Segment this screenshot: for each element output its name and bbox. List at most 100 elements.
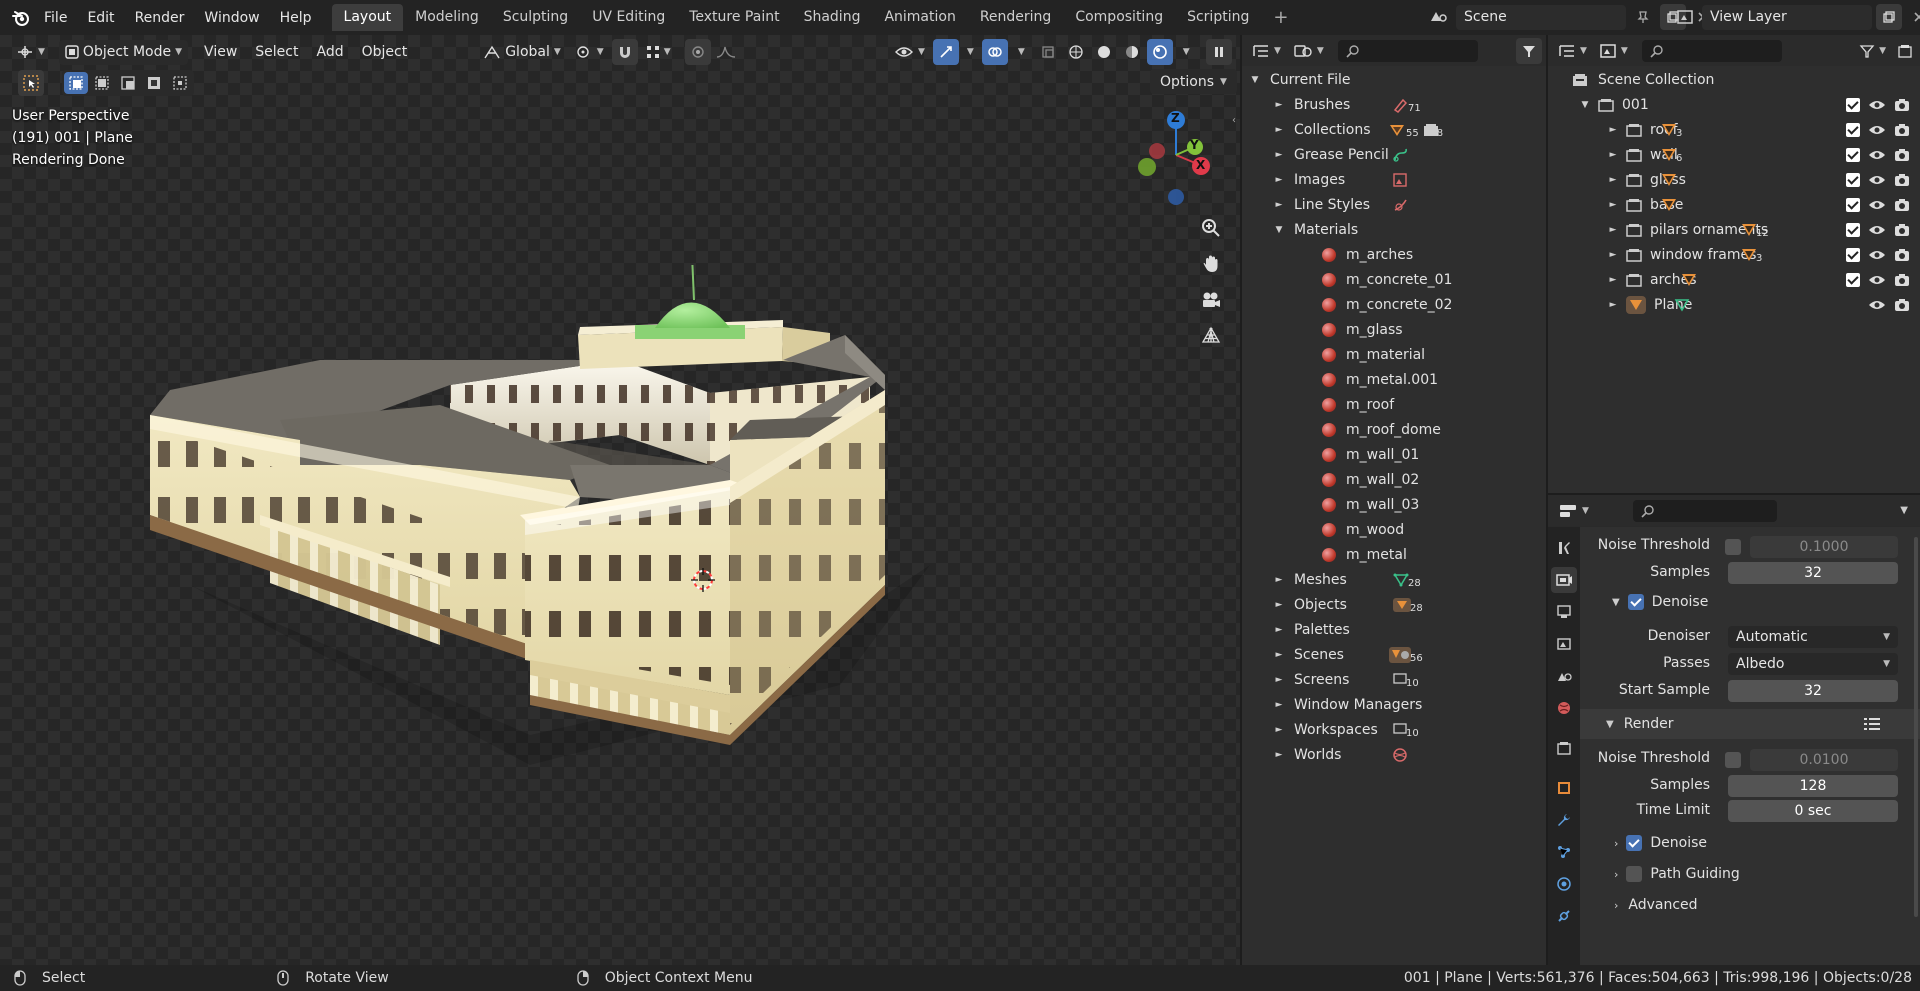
3d-viewport[interactable]: ▼ Object Mode ▼ View Select Add Object Gl… <box>0 35 1240 965</box>
camera-render-icon[interactable] <box>1894 198 1910 212</box>
expand-arrow-icon[interactable]: ► <box>1272 125 1286 135</box>
navigation-gizmo[interactable]: Z Y X <box>1128 107 1210 207</box>
exclude-checkbox[interactable] <box>1846 222 1860 237</box>
viewport-denoise-subpanel-header[interactable]: ▼ Denoise <box>1588 588 1900 616</box>
expand-arrow-icon[interactable]: ► <box>1272 200 1286 210</box>
tree-row-line-styles[interactable]: ► Line Styles <box>1242 192 1546 217</box>
gizmo-toggle-icon[interactable] <box>932 39 959 65</box>
tree-row-meshes[interactable]: ► Meshes 28 <box>1242 567 1546 592</box>
viewport-samples-field[interactable]: 32 <box>1728 562 1898 584</box>
eye-icon[interactable] <box>1868 99 1886 111</box>
expand-arrow-icon[interactable]: ▼ <box>1272 225 1286 235</box>
display-mode-dropdown[interactable]: ▼ <box>1287 38 1330 63</box>
tree-row-material[interactable]: m_wall_01 <box>1242 442 1546 467</box>
select-mode-invert-icon[interactable] <box>142 72 166 94</box>
camera-render-icon[interactable] <box>1894 298 1910 312</box>
tree-row-material[interactable]: m_roof <box>1242 392 1546 417</box>
select-mode-extend-icon[interactable] <box>90 72 114 94</box>
menu-object[interactable]: Object <box>354 44 416 60</box>
tree-row-grease-pencil[interactable]: ► Grease Pencil <box>1242 142 1546 167</box>
particles-tab-icon[interactable] <box>1551 839 1577 865</box>
render-samples-field[interactable]: 128 <box>1728 775 1898 797</box>
expand-arrow-icon[interactable]: ► <box>1606 150 1620 160</box>
tree-row-scene-collection[interactable]: Scene Collection <box>1548 67 1920 92</box>
render-denoise-expand-icon[interactable]: › <box>1614 837 1618 850</box>
render-tab-icon[interactable] <box>1551 567 1577 593</box>
new-collection-icon[interactable] <box>1892 38 1918 64</box>
tree-row-glass[interactable]: ►glass <box>1548 167 1920 192</box>
expand-arrow-icon[interactable]: ► <box>1272 675 1286 685</box>
tree-row-material[interactable]: m_arches <box>1242 242 1546 267</box>
tree-row-collections[interactable]: ► Collections 55 8 <box>1242 117 1546 142</box>
properties-editor-type-dropdown[interactable]: ▼ <box>1552 498 1595 523</box>
delete-view-layer-icon[interactable] <box>1906 4 1920 30</box>
mode-dropdown[interactable]: Object Mode ▼ <box>58 39 189 65</box>
exclude-checkbox[interactable] <box>1846 197 1860 212</box>
tree-row-workspaces[interactable]: ► Workspaces 10 <box>1242 717 1546 742</box>
render-subpanel-header[interactable]: ▼ Render <box>1580 709 1920 739</box>
collection-tab-icon[interactable] <box>1551 735 1577 761</box>
expand-arrow-icon[interactable]: ► <box>1606 125 1620 135</box>
shading-material-icon[interactable] <box>1119 39 1145 65</box>
path-guiding-expand-icon[interactable]: › <box>1614 868 1618 881</box>
modifier-tab-icon[interactable] <box>1551 807 1577 833</box>
sidebar-toggle-icon[interactable]: ‹ <box>1232 115 1236 126</box>
snap-target-dropdown[interactable]: ▼ <box>640 40 677 65</box>
menu-edit[interactable]: Edit <box>77 10 124 26</box>
camera-render-icon[interactable] <box>1894 148 1910 162</box>
tree-row-base[interactable]: ►base <box>1548 192 1920 217</box>
tree-row-material[interactable]: m_wall_02 <box>1242 467 1546 492</box>
select-mode-subtract-icon[interactable] <box>116 72 140 94</box>
expand-arrow-icon[interactable]: ► <box>1606 225 1620 235</box>
tree-row-collection-001[interactable]: ▼ 001 <box>1548 92 1920 117</box>
pivot-dropdown[interactable]: ▼ <box>569 40 610 65</box>
viewport-noise-threshold-field[interactable]: 0.1000 <box>1750 536 1898 558</box>
view-layer-field[interactable]: View Layer <box>1702 4 1872 30</box>
properties-editor[interactable]: ▼ ▼ Noise Threshold 0.1000 Samples 32 ▼ … <box>1548 495 1920 965</box>
tree-row-material[interactable]: m_material <box>1242 342 1546 367</box>
pan-hand-icon[interactable] <box>1196 249 1226 279</box>
tree-row-window-managers[interactable]: ► Window Managers <box>1242 692 1546 717</box>
world-tab-icon[interactable] <box>1551 695 1577 721</box>
tree-row-palettes[interactable]: ► Palettes <box>1242 617 1546 642</box>
render-denoise-subpanel-header[interactable]: › Denoise <box>1588 829 1900 857</box>
expand-arrow-icon[interactable]: ► <box>1272 700 1286 710</box>
outliner2-display-mode-dropdown[interactable]: ▼ <box>1593 38 1634 63</box>
path-guiding-subpanel-header[interactable]: › Path Guiding <box>1588 860 1900 888</box>
shading-rendered-icon[interactable] <box>1146 39 1173 65</box>
tree-row-images[interactable]: ► Images <box>1242 167 1546 192</box>
eye-icon[interactable] <box>1868 224 1886 236</box>
camera-render-icon[interactable] <box>1894 123 1910 137</box>
eye-icon[interactable] <box>1868 299 1886 311</box>
outliner-scene[interactable]: ▼ ▼ ▼ Scene Collection ▼ 001 ► roof 3 ► wall… <box>1548 35 1920 493</box>
properties-search[interactable] <box>1632 499 1777 522</box>
expand-arrow-icon[interactable]: ► <box>1272 625 1286 635</box>
tree-row-roof[interactable]: ► roof 3 <box>1548 117 1920 142</box>
output-tab-icon[interactable] <box>1551 599 1577 625</box>
orientation-dropdown[interactable]: Global ▼ <box>477 40 567 65</box>
render-expand-icon[interactable]: ▼ <box>1606 719 1614 730</box>
tree-row-window-frames[interactable]: ► window frames 3 <box>1548 242 1920 267</box>
eye-icon[interactable] <box>1868 149 1886 161</box>
object-tab-icon[interactable] <box>1551 775 1577 801</box>
tab-layout[interactable]: Layout <box>331 4 404 31</box>
eye-icon[interactable] <box>1868 174 1886 186</box>
menu-window[interactable]: Window <box>194 10 269 26</box>
filter-icon[interactable] <box>1516 37 1542 64</box>
exclude-checkbox[interactable] <box>1846 97 1860 112</box>
tree-row-material[interactable]: m_concrete_01 <box>1242 267 1546 292</box>
tree-row-scenes[interactable]: ► Scenes 56 <box>1242 642 1546 667</box>
render-adaptive-sampling-checkbox[interactable] <box>1725 752 1741 768</box>
expand-arrow-icon[interactable]: ► <box>1606 300 1620 310</box>
tree-row-pilars-ornaments[interactable]: ► pilars ornaments 12 <box>1548 217 1920 242</box>
eye-icon[interactable] <box>1868 124 1886 136</box>
tab-sculpting[interactable]: Sculpting <box>491 4 580 31</box>
tab-animation[interactable]: Animation <box>872 4 967 31</box>
camera-view-icon[interactable] <box>1196 285 1226 315</box>
advanced-expand-icon[interactable]: › <box>1614 899 1618 912</box>
pause-render-icon[interactable] <box>1205 39 1232 65</box>
gizmo-dropdown-icon[interactable]: ▼ <box>967 47 974 57</box>
expand-arrow-icon[interactable]: ► <box>1606 275 1620 285</box>
view-layer-tab-icon[interactable] <box>1551 631 1577 657</box>
outliner-file-search[interactable] <box>1337 39 1478 62</box>
